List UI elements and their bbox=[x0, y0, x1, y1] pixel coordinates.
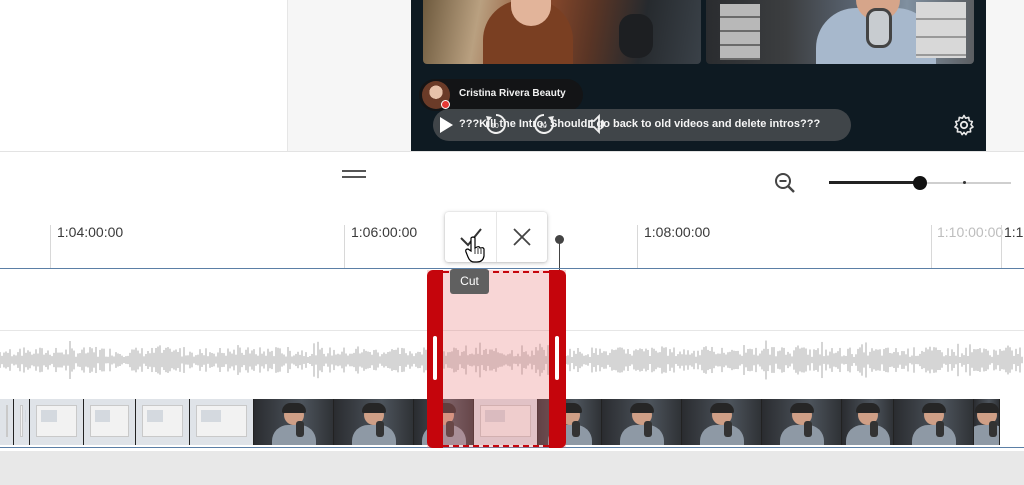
live-dot bbox=[441, 100, 450, 109]
selection-edge-bottom bbox=[443, 445, 549, 447]
filmstrip-thumbnail bbox=[190, 399, 254, 445]
cut-tooltip: Cut bbox=[450, 269, 489, 294]
ruler-label: 1:06:00:00 bbox=[351, 224, 418, 240]
filmstrip-thumbnail bbox=[0, 399, 14, 445]
timeline-top-border bbox=[0, 151, 1024, 152]
filmstrip-thumbnail bbox=[84, 399, 136, 445]
cut-selection[interactable] bbox=[427, 270, 566, 448]
selection-start-handle[interactable] bbox=[427, 270, 443, 448]
drag-handle-icon[interactable] bbox=[342, 170, 366, 180]
play-icon[interactable] bbox=[437, 116, 455, 134]
zoom-slider-fill bbox=[829, 181, 920, 184]
middle-panel bbox=[287, 0, 411, 152]
filmstrip-thumbnail bbox=[602, 399, 682, 445]
ruler-label: 1:08:00:00 bbox=[644, 224, 711, 240]
filmstrip-thumbnail bbox=[842, 399, 894, 445]
volume-icon[interactable] bbox=[585, 111, 611, 137]
svg-text:10: 10 bbox=[491, 123, 499, 130]
video-frame-left bbox=[423, 0, 701, 64]
ruler-tick bbox=[931, 225, 932, 269]
channel-name: Cristina Rivera Beauty bbox=[459, 88, 566, 99]
ruler-label: 1:04:00:00 bbox=[57, 224, 124, 240]
filmstrip-thumbnail bbox=[334, 399, 414, 445]
cancel-cut-button[interactable] bbox=[496, 212, 547, 262]
filmstrip-thumbnail bbox=[30, 399, 84, 445]
cut-confirm-popup bbox=[445, 212, 547, 262]
timeline-bottom-bar bbox=[0, 451, 1024, 485]
channel-badge[interactable]: Cristina Rivera Beauty bbox=[419, 79, 583, 111]
editor-stage: Cristina Rivera Beauty ???Kill the Intro… bbox=[0, 0, 1024, 485]
track-border bbox=[0, 268, 1024, 269]
filmstrip-thumbnail bbox=[14, 399, 30, 445]
rewind-10-icon[interactable]: 10 bbox=[483, 111, 509, 137]
forward-10-icon[interactable]: 10 bbox=[531, 111, 557, 137]
selection-end-handle[interactable] bbox=[549, 270, 566, 448]
video-frame-right bbox=[706, 0, 974, 64]
ruler-label: 1:1 bbox=[1004, 224, 1024, 240]
filmstrip-thumbnail bbox=[682, 399, 762, 445]
ruler-tick bbox=[1001, 225, 1002, 269]
zoom-out-icon[interactable] bbox=[772, 170, 798, 196]
zoom-slider[interactable] bbox=[829, 176, 1013, 190]
video-title: ???Kill the Intro: Should I go back to o… bbox=[459, 118, 821, 130]
right-panel bbox=[986, 0, 1024, 152]
ruler-tick bbox=[344, 225, 345, 269]
settings-icon[interactable] bbox=[952, 113, 976, 137]
zoom-slider-thumb[interactable] bbox=[913, 176, 927, 190]
filmstrip-thumbnail bbox=[894, 399, 974, 445]
hand-cursor-icon bbox=[465, 236, 485, 263]
ruler-label: 1:10:00:00 bbox=[937, 224, 1004, 240]
left-panel bbox=[0, 0, 287, 152]
filmstrip-thumbnail bbox=[254, 399, 334, 445]
video-preview[interactable]: Cristina Rivera Beauty ???Kill the Intro… bbox=[411, 0, 986, 151]
ruler-tick bbox=[50, 225, 51, 269]
filmstrip-thumbnail bbox=[762, 399, 842, 445]
svg-text:10: 10 bbox=[539, 123, 547, 130]
close-icon bbox=[513, 228, 531, 246]
ruler-tick bbox=[637, 225, 638, 269]
filmstrip-thumbnail bbox=[136, 399, 190, 445]
playhead-knob[interactable] bbox=[555, 235, 564, 244]
filmstrip-thumbnail bbox=[974, 399, 1000, 445]
